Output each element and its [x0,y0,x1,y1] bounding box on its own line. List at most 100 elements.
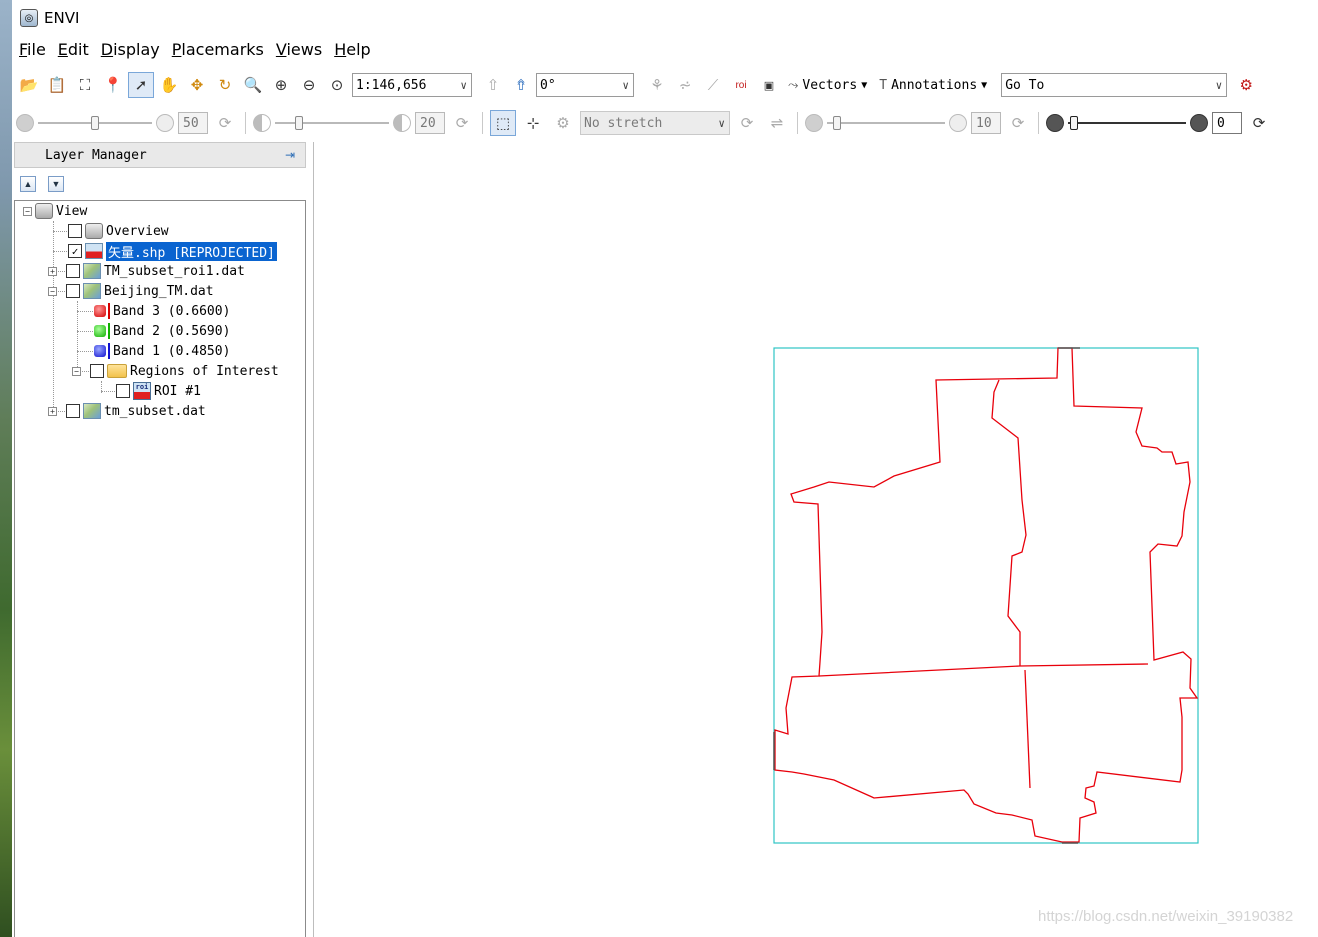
data-manager-icon[interactable]: 📋 [44,72,70,98]
overview-icon [85,223,103,239]
stretch-settings-icon[interactable]: ⚙ [550,110,576,136]
expand-icon[interactable]: + [48,266,57,276]
title-bar: ◎ ENVI [12,0,1318,36]
reset-brightness-icon[interactable]: ⟳ [212,110,238,136]
watermark: https://blog.csdn.net/weixin_39190382 [1038,908,1294,925]
vertex-edit-icon[interactable]: ⩫ [672,72,698,98]
overview-checkbox[interactable] [68,224,82,238]
menu-file[interactable]: File [16,38,55,64]
expand-icon[interactable]: + [48,406,57,416]
caret-down-icon: ▼ [861,79,868,91]
beijing-tm-checkbox[interactable] [66,284,80,298]
sharpen-value[interactable]: 10 [971,112,1001,134]
rotate-north-icon[interactable]: ⇧ [480,72,506,98]
histogram-icon[interactable]: ⇌ [764,110,790,136]
stretch-select[interactable]: No stretch ∨ [580,111,730,135]
sharpen-slider[interactable] [827,113,945,133]
rotation-select[interactable]: 0° ∨ [536,73,634,97]
contrast-slider[interactable] [275,113,389,133]
tm-subset-checkbox[interactable] [66,404,80,418]
raster-layer-icon [83,263,101,279]
brightness-value[interactable]: 50 [178,112,208,134]
scale-select[interactable]: 1:146,656 ∨ [352,73,472,97]
tree-label-band2: Band 2 (0.5690) [113,323,231,339]
menu-edit[interactable]: Edit [55,38,98,64]
crop-icon[interactable]: ⛶ [72,72,98,98]
annotations-label: Annotations [891,77,978,93]
raster-layer-icon [83,403,101,419]
transparency-value[interactable]: 0 [1212,112,1242,134]
menu-placemarks[interactable]: Placemarks [169,38,273,64]
expand-down-icon[interactable]: ▼ [48,176,64,192]
collapse-icon[interactable]: − [48,286,57,296]
chevron-down-icon: ∨ [1215,78,1223,92]
transparency-slider[interactable] [1068,113,1186,133]
chevron-down-icon: ∨ [460,78,467,92]
vector-edit-icon[interactable]: ⚘ [644,72,670,98]
roi-tool-icon[interactable]: roi [728,72,754,98]
brightness-max-icon [156,114,174,132]
zoom-out-icon[interactable]: ⊖ [296,72,322,98]
reset-stretch-icon[interactable]: ⟳ [734,110,760,136]
tree-label-roi-folder: Regions of Interest [130,363,279,379]
reset-sharpen-icon[interactable]: ⟳ [1005,110,1031,136]
tree-label-view: View [56,203,88,219]
annotations-dropdown[interactable]: T Annotations ▼ [875,72,993,98]
tree-node-band3[interactable]: Band 3 (0.6600) [94,301,230,321]
select-arrow-icon[interactable]: ➚ [128,72,154,98]
envi-app-icon: ◎ [20,9,38,27]
tree-node-view[interactable]: − View [23,201,87,221]
menu-display[interactable]: Display [98,38,169,64]
reset-contrast-icon[interactable]: ⟳ [449,110,475,136]
tree-node-overview[interactable]: Overview [68,221,169,241]
stretch-extent-icon[interactable]: ⬚ [490,110,516,136]
desktop-background-strip [0,0,12,937]
tree-node-roi-folder[interactable]: − Regions of Interest [72,361,279,381]
brightness-slider-thumb[interactable] [91,116,99,130]
roi-folder-checkbox[interactable] [90,364,104,378]
tree-node-tm-subset[interactable]: + tm_subset.dat [48,401,206,421]
placemark-icon[interactable]: 📍 [100,72,126,98]
menu-views[interactable]: Views [273,38,331,64]
tree-node-band1[interactable]: Band 1 (0.4850) [94,341,230,361]
zoom-full-icon[interactable]: ⊙ [324,72,350,98]
tree-node-tm-subset-roi[interactable]: + TM_subset_roi1.dat [48,261,245,281]
collapse-up-icon[interactable]: ▲ [20,176,36,192]
tree-label-overview: Overview [106,223,169,239]
view-icon [35,203,53,219]
portal-icon[interactable]: ⚙ [1233,72,1259,98]
zoom-in-icon[interactable]: ⊕ [268,72,294,98]
tree-node-vector-layer[interactable]: ✓ 矢量.shp [REPROJECTED] [68,241,277,261]
map-viewer[interactable]: https://blog.csdn.net/weixin_39190382 [314,142,1318,937]
collapse-icon[interactable]: − [23,206,32,216]
dock-panel-icon[interactable]: ⇥ [281,146,299,164]
brightness-slider[interactable] [38,113,152,133]
zoom-tool-icon[interactable]: 🔍 [240,72,266,98]
open-file-icon[interactable]: 📂 [16,72,42,98]
join-vectors-icon[interactable]: ⟋ [700,72,726,98]
vectors-dropdown[interactable]: ⤳ Vectors ▼ [784,72,873,98]
contrast-icon [253,114,271,132]
tree-node-roi1[interactable]: roi ROI #1 [116,381,201,401]
reset-transparency-icon[interactable]: ⟳ [1246,110,1272,136]
roi1-checkbox[interactable] [116,384,130,398]
vector-layer-checkbox[interactable]: ✓ [68,244,82,258]
tm-subset-roi-checkbox[interactable] [66,264,80,278]
sharpen-slider-thumb[interactable] [833,116,841,130]
transparency-max-icon [1190,114,1208,132]
pan-hand-icon[interactable]: ✋ [156,72,182,98]
district-boundaries [774,347,1199,843]
fly-icon[interactable]: ✥ [184,72,210,98]
goto-input[interactable]: Go To ∨ [1001,73,1228,97]
rotate-icon[interactable]: ↻ [212,72,238,98]
transparency-slider-thumb[interactable] [1070,116,1078,130]
menu-help[interactable]: Help [331,38,379,64]
contrast-value[interactable]: 20 [415,112,445,134]
stretch-full-icon[interactable]: ⊹ [520,110,546,136]
tree-node-beijing-tm[interactable]: − Beijing_TM.dat [48,281,214,301]
crosshairs-icon[interactable]: ▣ [756,72,782,98]
contrast-slider-thumb[interactable] [295,116,303,130]
collapse-icon[interactable]: − [72,366,81,376]
tree-node-band2[interactable]: Band 2 (0.5690) [94,321,230,341]
rotate-view-icon[interactable]: ⇮ [508,72,534,98]
